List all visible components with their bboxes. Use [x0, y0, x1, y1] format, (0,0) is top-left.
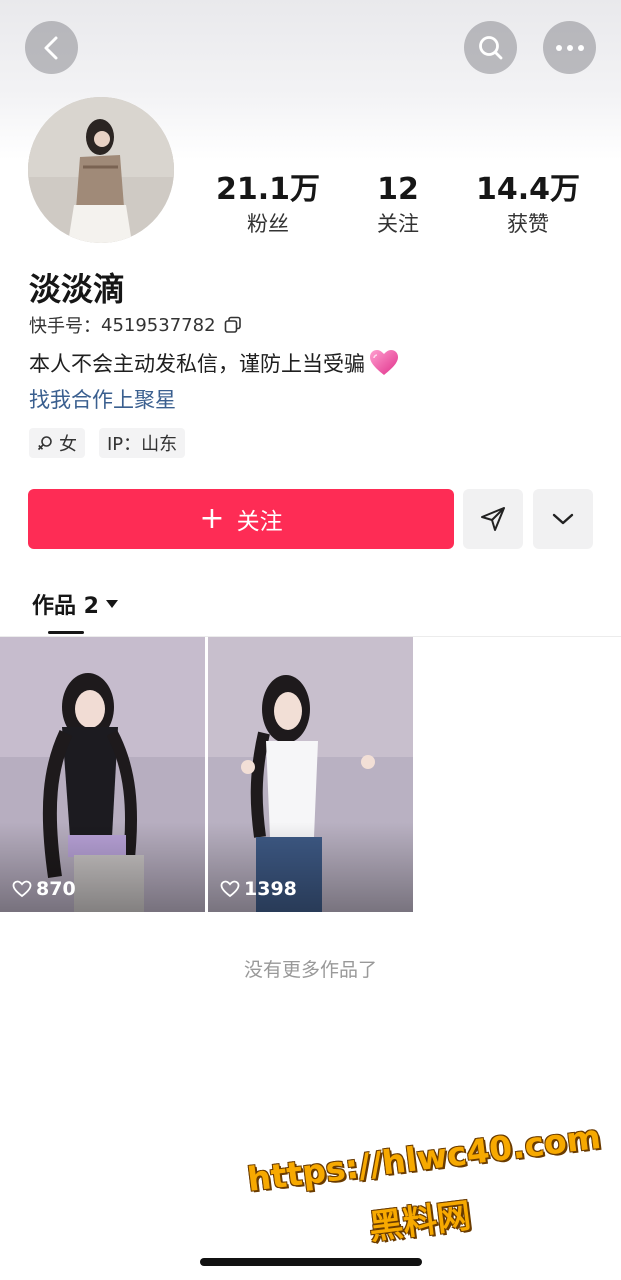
ip-tag: IP：山东 — [99, 428, 186, 458]
bio-text: 本人不会主动发私信，谨防上当受骗 — [29, 352, 365, 376]
account-id-value: 4519537782 — [101, 314, 216, 336]
search-button[interactable] — [464, 21, 517, 74]
expand-button[interactable] — [533, 489, 593, 549]
follow-button[interactable]: + 关注 — [28, 489, 454, 549]
video-likes-count: 1398 — [244, 878, 297, 900]
ip-label: IP：山东 — [107, 434, 178, 455]
following-label: 关注 — [377, 212, 419, 236]
plus-icon: + — [199, 501, 225, 536]
more-dots-icon — [555, 44, 584, 51]
watermark-url: https://hlwc40.com — [245, 1116, 603, 1199]
profile-bio: 本人不会主动发私信，谨防上当受骗 — [29, 348, 399, 378]
gender-label: 女 — [59, 434, 77, 455]
chevron-down-icon — [552, 513, 574, 525]
account-id-row: 快手号： 4519537782 — [29, 312, 242, 338]
paper-plane-icon — [481, 507, 505, 531]
video-likes: 1398 — [220, 878, 297, 900]
pink-heart-icon — [370, 350, 398, 375]
tab-works[interactable]: 作品 2 — [32, 588, 119, 620]
following-count: 12 — [377, 172, 419, 207]
profile-nickname: 淡淡滴 — [29, 270, 126, 308]
watermark-name: 黑料网 — [367, 1195, 474, 1249]
follow-label: 关注 — [236, 509, 283, 535]
home-indicator[interactable] — [200, 1258, 422, 1266]
copy-icon[interactable] — [224, 316, 242, 334]
video-likes-count: 870 — [36, 878, 76, 900]
video-thumbnail[interactable]: 870 — [0, 637, 205, 912]
female-icon — [37, 436, 52, 451]
following-stat[interactable]: 12 关注 — [333, 170, 463, 238]
back-button[interactable] — [25, 21, 78, 74]
tab-active-indicator — [48, 631, 84, 634]
fans-label: 粉丝 — [247, 212, 289, 236]
avatar[interactable] — [28, 97, 174, 243]
video-likes: 870 — [12, 878, 76, 900]
search-icon — [478, 35, 502, 59]
account-id-label: 快手号： — [29, 316, 101, 337]
likes-label: 获赞 — [507, 212, 549, 236]
end-of-list-text: 没有更多作品了 — [243, 959, 377, 981]
video-thumbnail[interactable]: 1398 — [208, 637, 413, 912]
fans-stat[interactable]: 21.1万 粉丝 — [203, 170, 333, 238]
heart-outline-icon — [12, 880, 32, 898]
collab-link[interactable]: 找我合作上聚星 — [29, 384, 176, 414]
likes-count: 14.4万 — [475, 172, 581, 207]
more-button[interactable] — [543, 21, 596, 74]
chevron-left-icon — [44, 36, 57, 59]
works-tab-label: 作品 2 — [32, 594, 99, 619]
likes-stat[interactable]: 14.4万 获赞 — [463, 170, 593, 238]
heart-outline-icon — [220, 880, 240, 898]
caret-down-icon — [105, 600, 118, 608]
gender-tag: 女 — [29, 428, 85, 458]
fans-count: 21.1万 — [215, 172, 321, 207]
share-button[interactable] — [463, 489, 523, 549]
